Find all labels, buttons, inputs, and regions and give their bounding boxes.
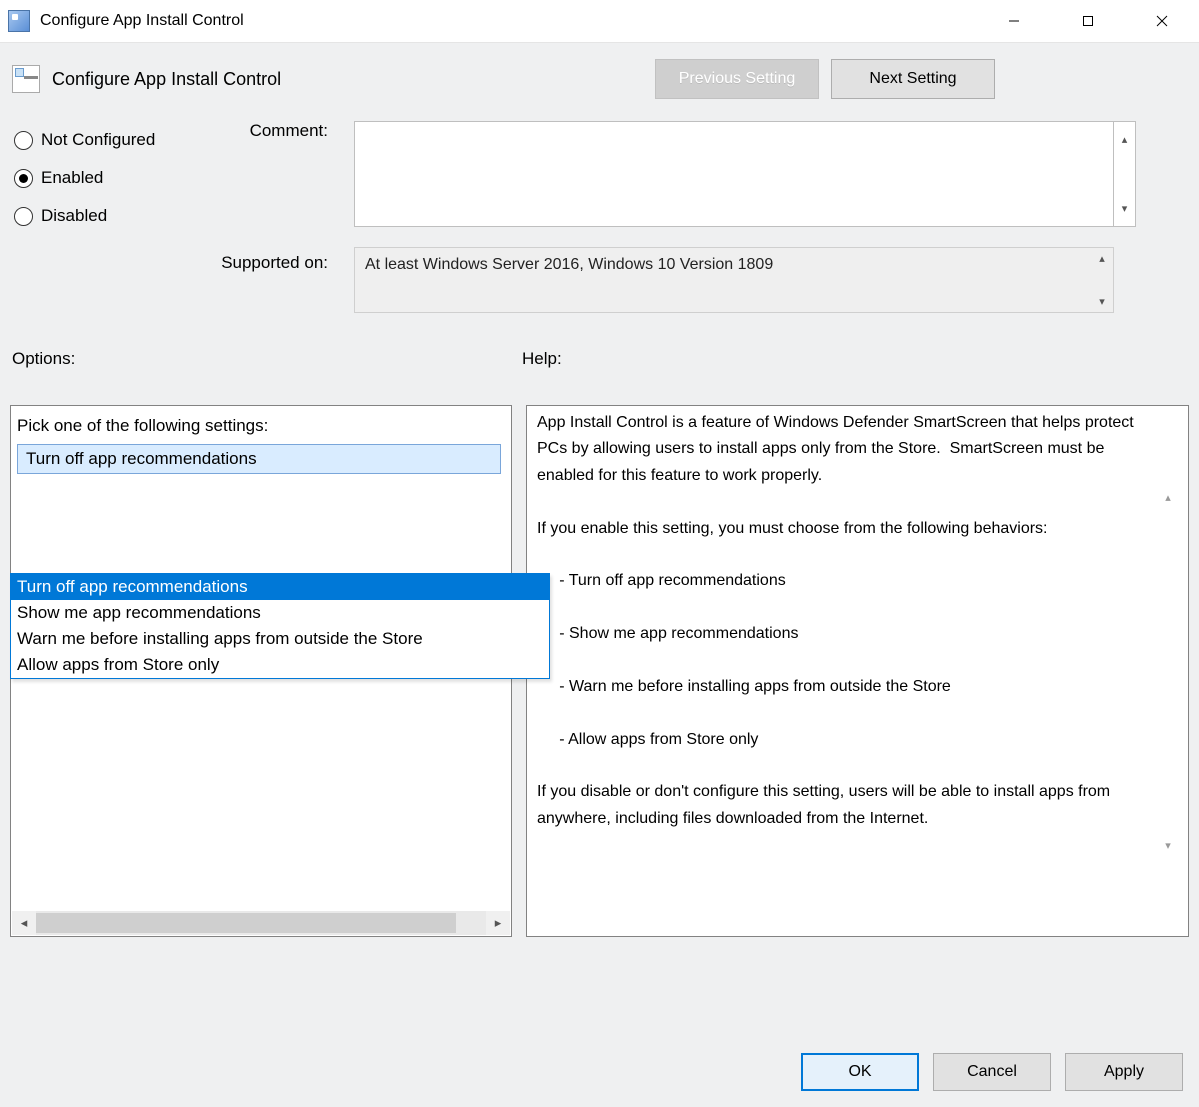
scroll-down-icon: ▾ — [1114, 191, 1135, 226]
radio-label: Disabled — [41, 206, 107, 226]
dropdown-option[interactable]: Warn me before installing apps from outs… — [11, 626, 549, 652]
policy-icon — [12, 65, 40, 93]
radio-label: Not Configured — [41, 130, 155, 150]
supported-on-scrollbar[interactable]: ▴ ▾ — [1091, 248, 1113, 312]
comment-field[interactable] — [354, 121, 1114, 227]
header-row: Configure App Install Control Previous S… — [10, 55, 1189, 103]
state-radios: Not Configured Enabled Disabled — [10, 121, 208, 325]
app-icon — [8, 10, 30, 32]
supported-on-value: At least Windows Server 2016, Windows 10… — [355, 248, 1091, 312]
ok-button[interactable]: OK — [801, 1053, 919, 1091]
help-panel: App Install Control is a feature of Wind… — [526, 405, 1189, 937]
window-controls — [977, 0, 1199, 42]
supported-on-label: Supported on: — [208, 233, 354, 273]
radio-not-configured[interactable]: Not Configured — [14, 121, 208, 159]
options-combobox[interactable]: Turn off app recommendations — [17, 444, 501, 474]
close-button[interactable] — [1125, 0, 1199, 42]
help-header: Help: — [522, 349, 562, 369]
dropdown-option[interactable]: Turn off app recommendations — [11, 574, 549, 600]
cancel-button[interactable]: Cancel — [933, 1053, 1051, 1091]
supported-on-box: At least Windows Server 2016, Windows 10… — [354, 247, 1114, 313]
comment-scrollbar[interactable]: ▴ ▾ — [1114, 121, 1136, 227]
scroll-right-icon: ▸ — [486, 911, 510, 935]
radio-disabled[interactable]: Disabled — [14, 197, 208, 235]
apply-button[interactable]: Apply — [1065, 1053, 1183, 1091]
maximize-button[interactable] — [1051, 0, 1125, 42]
scroll-left-icon: ◂ — [12, 911, 36, 935]
scroll-track — [36, 911, 486, 935]
radio-icon — [14, 169, 33, 188]
radio-icon — [14, 131, 33, 150]
options-header: Options: — [10, 349, 522, 369]
title-bar: Configure App Install Control — [0, 0, 1199, 42]
help-scrollbar[interactable]: ▴ ▾ — [1158, 410, 1178, 932]
scroll-up-icon: ▴ — [1114, 122, 1135, 157]
scroll-down-icon: ▾ — [1091, 291, 1113, 312]
help-text: App Install Control is a feature of Wind… — [537, 410, 1158, 932]
dialog-buttons: OK Cancel Apply — [801, 1053, 1183, 1091]
previous-setting-button: Previous Setting — [655, 59, 819, 99]
options-dropdown-list[interactable]: Turn off app recommendationsShow me app … — [10, 573, 550, 679]
radio-enabled[interactable]: Enabled — [14, 159, 208, 197]
dropdown-option[interactable]: Allow apps from Store only — [11, 652, 549, 678]
comment-label: Comment: — [208, 121, 354, 141]
nav-buttons: Previous Setting Next Setting — [655, 59, 995, 99]
window-title: Configure App Install Control — [40, 12, 244, 30]
scroll-up-icon: ▴ — [1165, 410, 1171, 584]
section-headers: Options: Help: — [10, 349, 1189, 369]
minimize-button[interactable] — [977, 0, 1051, 42]
policy-form: Not Configured Enabled Disabled Comment:… — [10, 121, 1189, 325]
radio-icon — [14, 207, 33, 226]
scroll-down-icon: ▾ — [1165, 758, 1171, 932]
dropdown-option[interactable]: Show me app recommendations — [11, 600, 549, 626]
policy-title: Configure App Install Control — [52, 69, 281, 90]
next-setting-button[interactable]: Next Setting — [831, 59, 995, 99]
scroll-thumb[interactable] — [36, 913, 456, 933]
options-hscrollbar[interactable]: ◂ ▸ — [12, 911, 510, 935]
options-prompt: Pick one of the following settings: — [17, 416, 505, 436]
radio-label: Enabled — [41, 168, 103, 188]
app-body: Configure App Install Control Previous S… — [0, 42, 1199, 1107]
scroll-up-icon: ▴ — [1091, 248, 1113, 269]
